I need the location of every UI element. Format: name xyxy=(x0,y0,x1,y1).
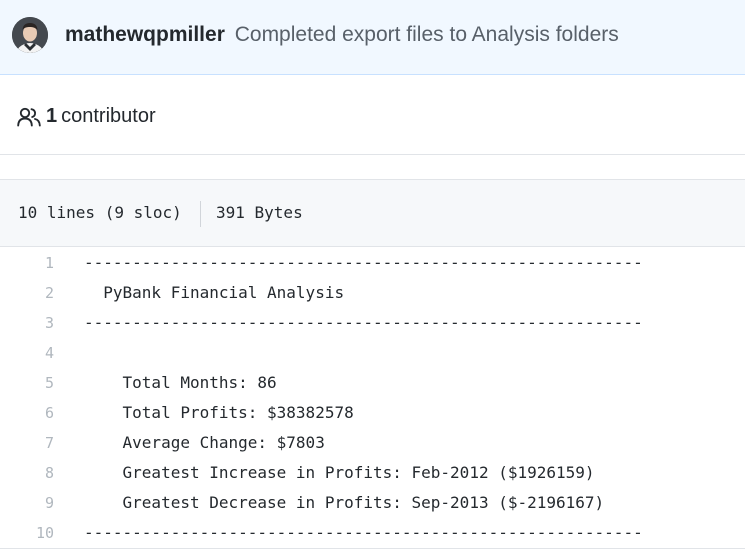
line-number[interactable]: 9 xyxy=(0,488,54,518)
file-size: 391 Bytes xyxy=(216,203,303,222)
file-info-divider xyxy=(200,201,201,227)
code-line: 7 Average Change: $7803 xyxy=(0,428,745,458)
contributors-link[interactable]: 1 contributor xyxy=(46,103,156,129)
line-content: PyBank Financial Analysis xyxy=(84,283,345,302)
code-line: 4 xyxy=(0,338,745,368)
commit-message-link[interactable]: Completed export files to Analysis folde… xyxy=(235,23,619,46)
code-line: 10 -------------------------------------… xyxy=(0,518,745,548)
people-icon xyxy=(17,107,41,127)
line-content: Greatest Increase in Profits: Feb-2012 (… xyxy=(84,463,595,482)
line-content: ----------------------------------------… xyxy=(84,523,643,542)
commit-summary: mathewqpmiller Completed export files to… xyxy=(65,21,619,49)
line-content: ----------------------------------------… xyxy=(84,313,643,332)
line-number[interactable]: 5 xyxy=(0,368,54,398)
latest-commit-bar: mathewqpmiller Completed export files to… xyxy=(0,0,745,75)
code-line: 5 Total Months: 86 xyxy=(0,368,745,398)
avatar[interactable] xyxy=(12,17,48,53)
line-number[interactable]: 7 xyxy=(0,428,54,458)
code-line: 3 --------------------------------------… xyxy=(0,308,745,338)
line-number[interactable]: 6 xyxy=(0,398,54,428)
line-content: Greatest Decrease in Profits: Sep-2013 (… xyxy=(84,493,605,512)
code-line: 8 Greatest Increase in Profits: Feb-2012… xyxy=(0,458,745,488)
avatar-photo-icon xyxy=(12,17,48,53)
code-line: 9 Greatest Decrease in Profits: Sep-2013… xyxy=(0,488,745,518)
file-line-count: 10 lines (9 sloc) xyxy=(18,203,182,222)
line-number[interactable]: 2 xyxy=(0,278,54,308)
code-line: 6 Total Profits: $38382578 xyxy=(0,398,745,428)
line-content: Total Months: 86 xyxy=(84,373,277,392)
commit-author-link[interactable]: mathewqpmiller xyxy=(65,23,225,46)
contributors-bar: 1 contributor xyxy=(0,75,745,155)
line-number[interactable]: 1 xyxy=(0,248,54,278)
line-number[interactable]: 4 xyxy=(0,338,54,368)
line-number[interactable]: 10 xyxy=(0,518,54,548)
contributor-label: contributor xyxy=(61,105,156,127)
line-content: Average Change: $7803 xyxy=(84,433,325,452)
code-line: 2 PyBank Financial Analysis xyxy=(0,278,745,308)
line-content: ----------------------------------------… xyxy=(84,253,643,272)
code-line: 1 --------------------------------------… xyxy=(0,248,745,278)
line-number[interactable]: 3 xyxy=(0,308,54,338)
line-content: Total Profits: $38382578 xyxy=(84,403,354,422)
line-number[interactable]: 8 xyxy=(0,458,54,488)
code-bottom-border xyxy=(0,548,745,549)
code-view: 1 --------------------------------------… xyxy=(0,248,745,560)
file-header: 10 lines (9 sloc) 391 Bytes xyxy=(0,179,745,247)
contributor-count: 1 xyxy=(46,105,58,127)
